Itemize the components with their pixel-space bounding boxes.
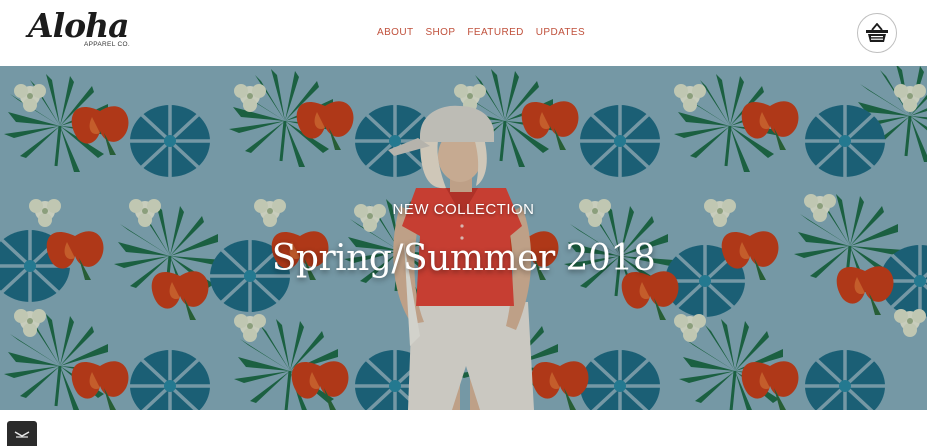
brand-name: Aloha <box>28 6 130 45</box>
main-nav: ABOUT SHOP FEATURED UPDATES <box>377 27 585 38</box>
nav-about[interactable]: ABOUT <box>377 27 413 38</box>
cart-button[interactable] <box>857 13 897 53</box>
site-header: Aloha APPAREL CO. ABOUT SHOP FEATURED UP… <box>0 0 927 66</box>
chat-toggle-icon <box>14 430 30 438</box>
nav-shop[interactable]: SHOP <box>425 27 455 38</box>
brand-tagline: APPAREL CO. <box>84 41 130 48</box>
nav-featured[interactable]: FEATURED <box>467 27 523 38</box>
chat-toggle-button[interactable] <box>7 421 37 446</box>
hero-eyebrow: NEW COLLECTION <box>392 201 535 218</box>
nav-updates[interactable]: UPDATES <box>536 27 585 38</box>
hero-title: Spring/Summer 2018 <box>271 238 656 279</box>
content-area <box>0 410 927 446</box>
shopping-basket-icon <box>866 23 888 42</box>
page: Aloha APPAREL CO. ABOUT SHOP FEATURED UP… <box>0 0 927 446</box>
hero-banner[interactable]: NEW COLLECTION Spring/Summer 2018 <box>0 66 927 410</box>
brand-logo[interactable]: Aloha APPAREL CO. <box>28 6 140 54</box>
